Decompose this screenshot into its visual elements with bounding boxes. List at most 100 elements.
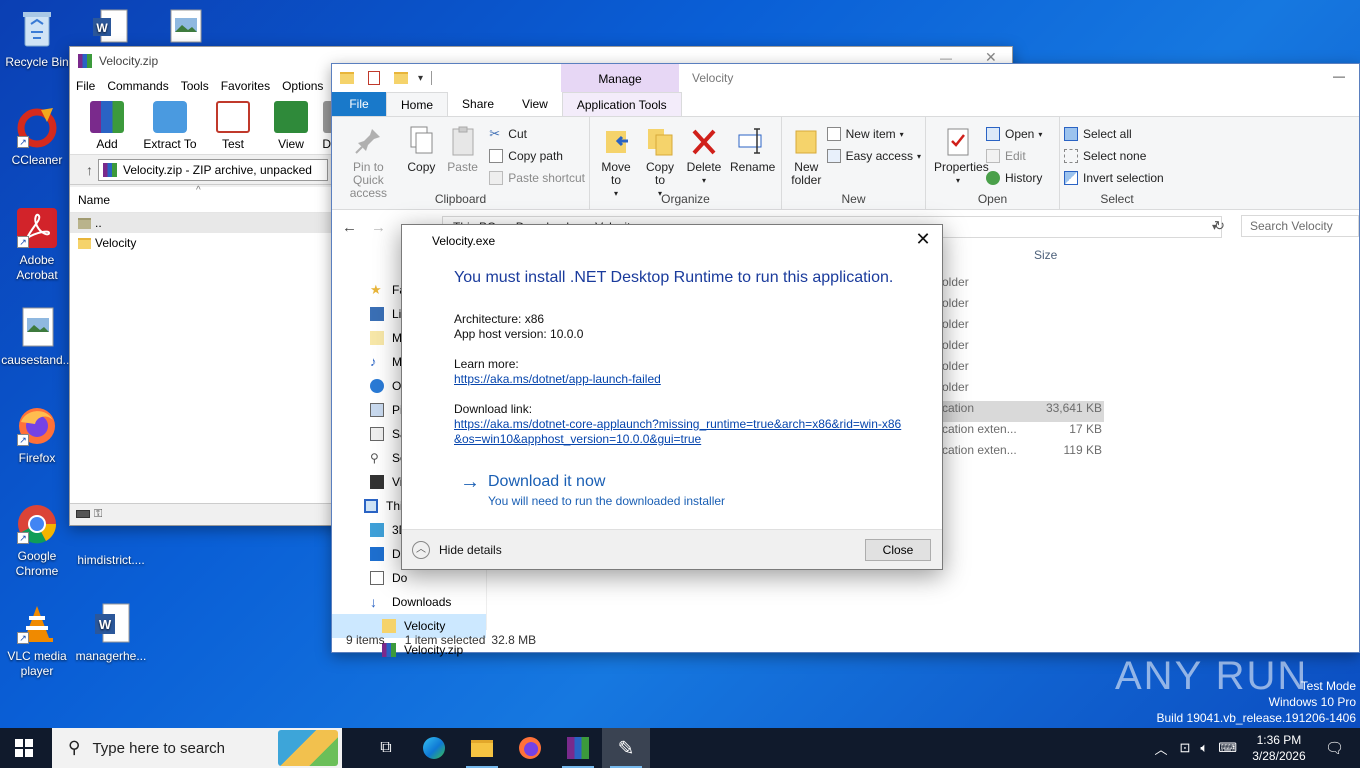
archive-path-field[interactable]: Velocity.zip - ZIP archive, unpacked — [98, 158, 328, 181]
desktop-icon-label: Recycle Bin — [5, 55, 69, 69]
taskbar-winrar[interactable] — [554, 728, 602, 768]
open-button[interactable]: Open ▾ — [986, 123, 1042, 145]
customize-qat-icon[interactable]: ▾ — [418, 73, 423, 84]
easy-access-button[interactable]: Easy access ▾ — [826, 145, 921, 167]
desktop-icon-label: VLC media player — [7, 649, 67, 678]
add-button[interactable]: Add — [78, 97, 136, 154]
select-none-button[interactable]: Select none — [1064, 145, 1164, 167]
desktop-icon-vlc[interactable]: ↗ VLC media player — [0, 602, 74, 679]
taskbar-search-input[interactable]: ⚲ Type here to search — [52, 728, 342, 768]
list-item-label: Velocity — [95, 236, 137, 250]
nav-item-downloads[interactable]: ↓ Downloads — [332, 590, 486, 614]
tab-view[interactable]: View — [508, 92, 562, 116]
select-all-button[interactable]: Select all — [1064, 123, 1164, 145]
file-row[interactable]: cation exten... 17 KB — [942, 422, 1104, 443]
file-row[interactable]: older — [942, 296, 1104, 317]
select-all-icon — [1064, 127, 1078, 141]
desktop-icon-ccleaner[interactable]: ↗ CCleaner — [0, 106, 74, 168]
copy-path-button[interactable]: Copy path — [489, 145, 585, 167]
view-button[interactable]: View — [262, 97, 320, 154]
group-select: Select all Select none Invert selection … — [1060, 117, 1174, 209]
column-header-size[interactable]: Size — [1034, 248, 1057, 262]
menu-options[interactable]: Options — [276, 79, 329, 93]
back-arrow-icon[interactable]: ← — [342, 219, 357, 236]
paste-shortcut-button[interactable]: Paste shortcut — [489, 167, 585, 189]
cut-button[interactable]: ✂ Cut — [489, 123, 585, 145]
tab-home[interactable]: Home — [386, 92, 449, 116]
tab-application-tools[interactable]: Application Tools — [561, 92, 682, 116]
tab-application-tools-label: Application Tools — [576, 97, 667, 112]
taskbar-velocity-app[interactable]: ✎ — [602, 728, 650, 768]
list-item[interactable]: Velocity — [70, 233, 331, 253]
shortcut-arrow-icon: ↗ — [17, 236, 29, 248]
desktop-icon-adobe-acrobat[interactable]: ↗ Adobe Acrobat — [0, 206, 74, 283]
edit-button[interactable]: Edit — [986, 145, 1042, 167]
invert-selection-button[interactable]: Invert selection — [1064, 167, 1164, 189]
forward-arrow-icon[interactable]: → — [371, 219, 386, 236]
search-input[interactable]: Search Velocity — [1241, 215, 1359, 237]
history-button[interactable]: History — [986, 167, 1042, 189]
new-folder-qat-icon[interactable] — [394, 72, 408, 84]
copy-to-icon — [646, 125, 674, 157]
download-arrow-icon: ↓ — [370, 594, 377, 610]
pin-icon — [354, 125, 382, 157]
up-arrow-icon[interactable]: ↑ — [86, 162, 93, 178]
menu-commands[interactable]: Commands — [101, 79, 174, 93]
tab-file[interactable]: File — [332, 92, 386, 116]
video-icon — [370, 475, 384, 489]
file-type: older — [942, 380, 969, 394]
delete-label: Delete — [686, 160, 722, 174]
hide-details-toggle[interactable]: ︿ Hide details — [412, 541, 502, 559]
desktop-icon — [370, 547, 384, 561]
desktop-icon-google-chrome[interactable]: ↗ Google Chrome — [0, 502, 74, 579]
extract-to-label: Extract To — [143, 137, 197, 151]
dialog-close-icon[interactable]: ✕ — [912, 229, 934, 251]
delete-x-icon — [690, 125, 718, 157]
menu-file[interactable]: File — [70, 79, 101, 93]
taskbar-file-explorer[interactable] — [458, 728, 506, 768]
tab-share[interactable]: Share — [448, 92, 508, 116]
network-icon[interactable]: ⊡ — [1179, 740, 1190, 756]
notification-icon[interactable]: 🗨︎ — [1325, 739, 1344, 757]
list-item[interactable]: .. — [70, 213, 331, 233]
taskbar-edge[interactable] — [410, 728, 458, 768]
history-label: History — [1005, 171, 1043, 185]
extract-to-button[interactable]: Extract To — [136, 97, 204, 154]
chevron-up-icon[interactable]: ︿ — [1154, 739, 1167, 758]
group-organize: Move to ▾ Copy to ▾ Delete ▾ Rename Organiz… — [590, 117, 782, 209]
desktop-icon-firefox[interactable]: ↗ Firefox — [0, 404, 74, 466]
refresh-icon[interactable]: ↻ — [1214, 218, 1225, 234]
paste-shortcut-icon — [489, 171, 504, 185]
volume-icon[interactable]: 🔈︎ — [1200, 740, 1208, 756]
start-button[interactable] — [0, 728, 48, 768]
column-header-name[interactable]: Name ^ — [70, 185, 331, 213]
download-link[interactable]: https://aka.ms/dotnet-core-applaunch?mis… — [454, 417, 904, 447]
adobe-acrobat-icon: ↗ — [15, 206, 59, 250]
close-button[interactable]: Close — [865, 539, 931, 561]
file-type: cation — [942, 401, 975, 415]
file-row[interactable]: older — [942, 359, 1104, 380]
taskbar-firefox[interactable] — [506, 728, 554, 768]
task-view-button[interactable]: ⧉ — [362, 728, 410, 768]
properties-qat-icon[interactable] — [368, 71, 380, 85]
new-item-button[interactable]: New item ▾ — [826, 123, 921, 145]
desktop-icon-recycle-bin[interactable]: Recycle Bin — [0, 8, 74, 70]
desktop-icon-causestand[interactable]: causestand... — [0, 306, 74, 368]
star-icon: ★ — [370, 282, 382, 297]
test-button[interactable]: Test — [204, 97, 262, 154]
learn-more-link[interactable]: https://aka.ms/dotnet/app-launch-failed — [454, 372, 914, 387]
file-row[interactable]: older — [942, 317, 1104, 338]
folder-icon — [78, 237, 91, 249]
file-row[interactable]: older — [942, 338, 1104, 359]
file-row[interactable]: cation exten... 119 KB — [942, 443, 1104, 464]
menu-favorites[interactable]: Favorites — [215, 79, 276, 93]
explorer-minimize-button[interactable]: — — [1333, 69, 1345, 83]
taskbar-clock[interactable]: 1:36 PM 3/28/2026 — [1241, 732, 1317, 764]
keyboard-icon[interactable]: ⌨ — [1218, 740, 1237, 756]
file-row[interactable]: older — [942, 380, 1104, 401]
file-row-selected[interactable]: cation 33,641 KB — [942, 401, 1104, 422]
desktop-icon-managerhe[interactable]: W managerhe... — [74, 602, 148, 664]
context-tab-manage[interactable]: Manage — [561, 64, 679, 92]
menu-tools[interactable]: Tools — [175, 79, 215, 93]
file-row[interactable]: older — [942, 275, 1104, 296]
